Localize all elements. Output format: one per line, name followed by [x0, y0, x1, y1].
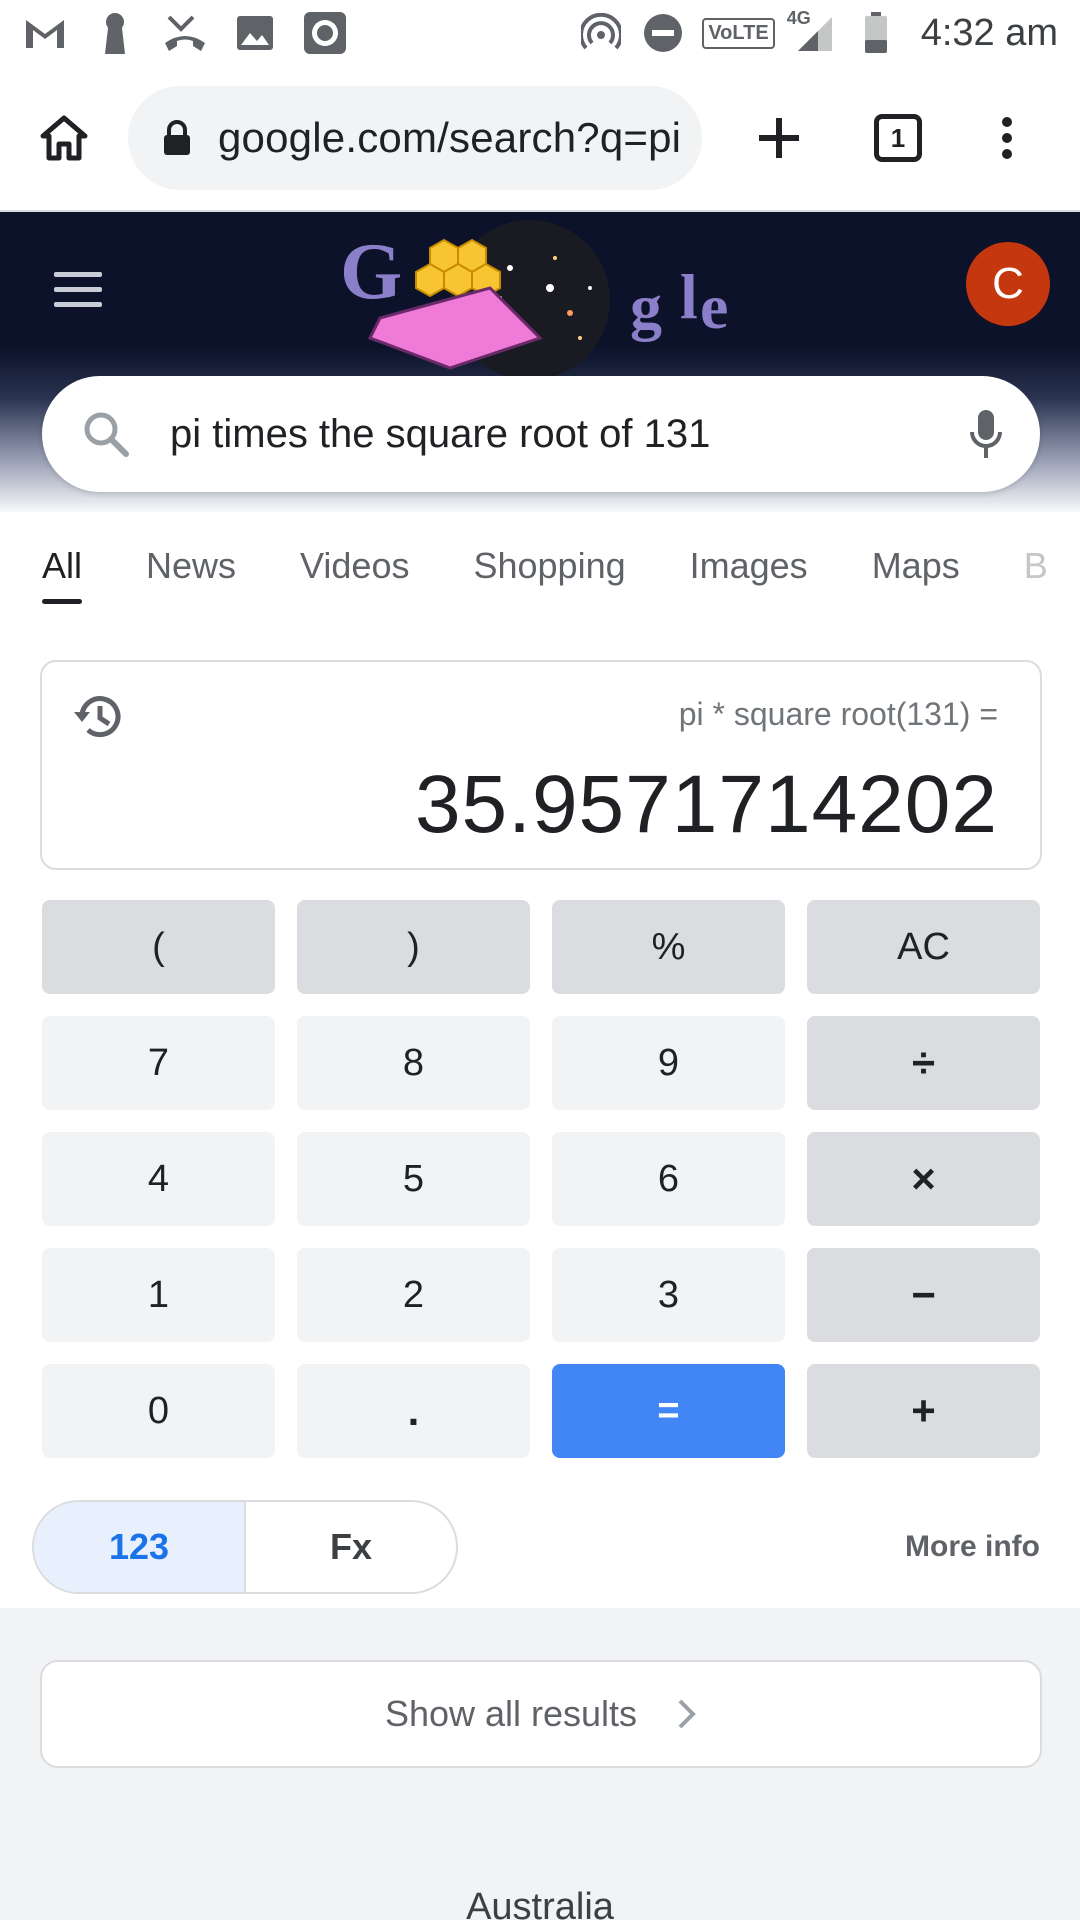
show-all-results-label: Show all results [384, 1693, 638, 1734]
status-bar: VoLTE 4G 4:32 am [0, 0, 1080, 66]
key-3[interactable]: 3 [552, 1248, 785, 1342]
search-query: pi times the square root of 131 [170, 411, 711, 456]
new-tab-button[interactable] [714, 65, 844, 211]
home-button[interactable] [0, 65, 128, 211]
key-close-paren[interactable]: ) [297, 900, 530, 994]
plus-icon [759, 118, 799, 158]
key-equals[interactable]: = [552, 1364, 785, 1458]
svg-text:l: l [680, 261, 698, 332]
mode-fx-button[interactable]: Fx [246, 1502, 456, 1592]
google-header: G g l e C pi times the square root of 13… [0, 212, 1080, 512]
menu-icon[interactable] [54, 272, 102, 317]
volte-badge: VoLTE [702, 17, 775, 49]
key-decimal[interactable]: . [297, 1364, 530, 1458]
svg-text:G: G [340, 228, 402, 316]
tab-all[interactable]: All [42, 512, 83, 620]
key-0[interactable]: 0 [42, 1364, 275, 1458]
signal-icon: 4G [787, 8, 837, 56]
key-percent[interactable]: % [552, 900, 785, 994]
calculator-keypad: ( ) % AC 7 8 9 ÷ 4 5 6 × 1 2 3 − 0 . = + [42, 900, 1040, 1458]
key-divide[interactable]: ÷ [807, 1016, 1040, 1110]
svg-text:e: e [700, 271, 728, 342]
keyhole-icon [92, 10, 138, 56]
browser-toolbar: google.com/search?q=pi 1 [0, 66, 1080, 212]
calculator-expression: pi * square root(131) = [678, 696, 998, 732]
region-label: Australia [466, 1886, 614, 1920]
calculator-result: 35.9571714202 [414, 759, 998, 850]
hotspot-icon [578, 10, 624, 56]
key-open-paren[interactable]: ( [42, 900, 275, 994]
key-7[interactable]: 7 [42, 1016, 275, 1110]
lock-icon [164, 120, 190, 155]
home-icon [40, 115, 88, 161]
history-icon[interactable] [72, 692, 126, 742]
key-9[interactable]: 9 [552, 1016, 785, 1110]
gmail-icon [22, 10, 68, 56]
search-tabs: All News Videos Shopping Images Maps B [0, 512, 1080, 620]
status-time: 4:32 am [920, 11, 1058, 54]
key-multiply[interactable]: × [807, 1132, 1040, 1226]
key-4[interactable]: 4 [42, 1132, 275, 1226]
chevron-right-icon [678, 1699, 696, 1729]
key-1[interactable]: 1 [42, 1248, 275, 1342]
search-box[interactable]: pi times the square root of 131 [42, 376, 1040, 492]
mic-icon[interactable] [968, 408, 1004, 460]
calculator-mode-toggle: 123 Fx [32, 1500, 458, 1594]
more-menu-button[interactable] [952, 65, 1062, 211]
key-6[interactable]: 6 [552, 1132, 785, 1226]
tab-news[interactable]: News [146, 512, 236, 620]
dnd-icon [640, 10, 686, 56]
calculator-display: pi * square root(131) = 35.9571714202 [40, 660, 1042, 870]
key-2[interactable]: 2 [297, 1248, 530, 1342]
address-bar[interactable]: google.com/search?q=pi [128, 86, 702, 190]
tab-switcher-button[interactable]: 1 [844, 65, 952, 211]
account-avatar[interactable]: C [966, 242, 1050, 326]
tab-maps[interactable]: Maps [872, 512, 960, 620]
url-text: google.com/search?q=pi [218, 114, 682, 161]
mode-basic-button[interactable]: 123 [34, 1502, 246, 1592]
missed-call-icon [162, 10, 208, 56]
image-icon [232, 10, 278, 56]
more-vert-icon [1002, 117, 1012, 159]
battery-icon [853, 10, 899, 56]
search-icon [84, 412, 129, 457]
tab-images[interactable]: Images [690, 512, 808, 620]
key-add[interactable]: + [807, 1364, 1040, 1458]
key-8[interactable]: 8 [297, 1016, 530, 1110]
google-doodle-logo[interactable]: G g l e [340, 218, 750, 382]
calculator-card: pi * square root(131) = 35.9571714202 ( … [0, 620, 1080, 1608]
more-info-link[interactable]: More info [905, 1530, 1040, 1564]
tab-count: 1 [874, 114, 922, 162]
tab-more[interactable]: B [1024, 512, 1048, 620]
tab-videos[interactable]: Videos [300, 512, 409, 620]
network-type-label: 4G [786, 8, 811, 28]
key-5[interactable]: 5 [297, 1132, 530, 1226]
show-all-results-button[interactable]: Show all results [40, 1660, 1042, 1768]
key-subtract[interactable]: − [807, 1248, 1040, 1342]
svg-text:g: g [630, 271, 662, 342]
tab-shopping[interactable]: Shopping [473, 512, 625, 620]
key-all-clear[interactable]: AC [807, 900, 1040, 994]
camera-icon [302, 10, 348, 56]
